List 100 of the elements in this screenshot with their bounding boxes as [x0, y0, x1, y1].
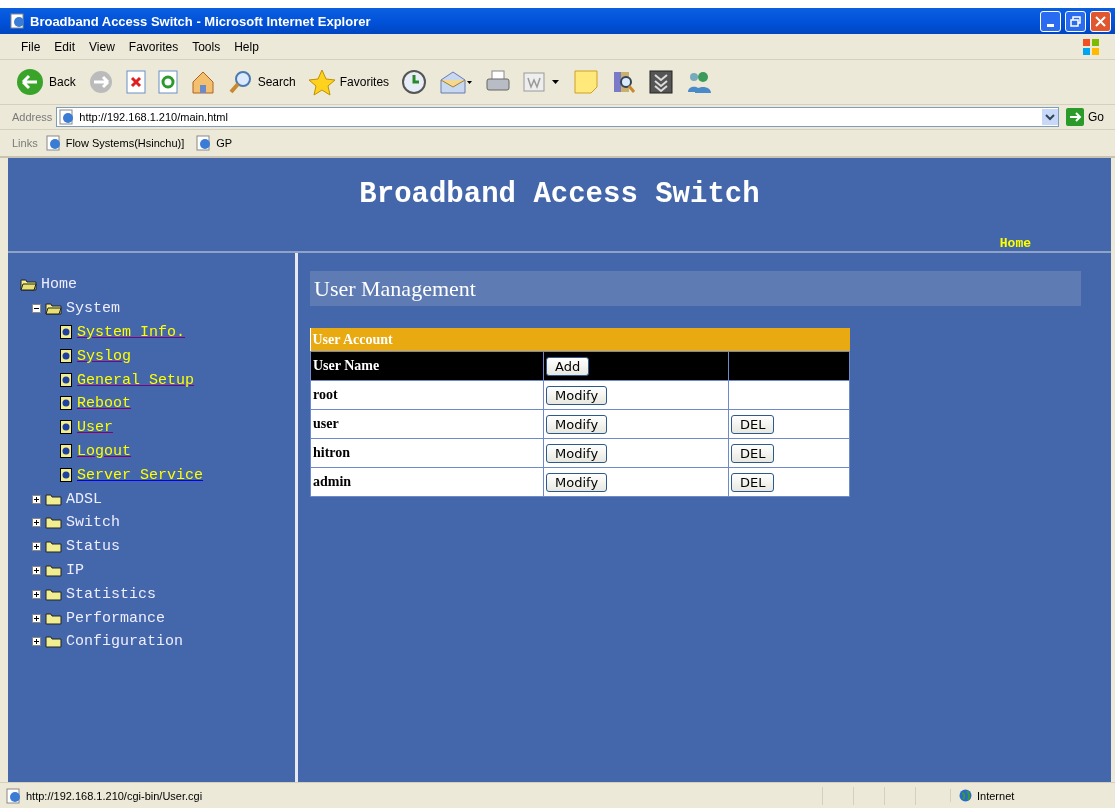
house-icon	[189, 69, 216, 95]
modify-button[interactable]: Modify	[546, 414, 608, 434]
tree-folder-label[interactable]: ADSL	[66, 490, 102, 508]
minimize-button[interactable]	[1040, 10, 1061, 32]
page-icon	[60, 348, 73, 364]
close-icon	[1095, 15, 1106, 27]
ie-page-icon	[6, 787, 22, 804]
address-field[interactable]: http://192.168.1.210/main.html	[56, 107, 1059, 127]
search-icon	[227, 69, 254, 95]
note-icon	[573, 69, 600, 95]
refresh-icon	[157, 70, 178, 94]
page-icon	[60, 467, 73, 483]
dropdown-icon[interactable]	[1042, 109, 1058, 125]
menu-item[interactable]: File	[14, 39, 48, 54]
ie-page-icon	[10, 13, 26, 29]
modify-button[interactable]: Modify	[546, 472, 608, 492]
restore-button[interactable]	[1065, 10, 1086, 32]
tree-folder-label[interactable]: Performance	[66, 609, 166, 627]
site-title: Broadband Access Switch	[358, 178, 761, 211]
nav-link[interactable]: Server Service	[77, 466, 204, 484]
status-url: http://192.168.1.210/cgi-bin/User.cgi	[26, 789, 203, 802]
nav-link[interactable]: Reboot	[77, 395, 131, 413]
collapse-icon[interactable]	[32, 304, 41, 314]
folder-icon	[45, 635, 62, 649]
folder-icon	[45, 611, 62, 625]
delete-button[interactable]: DEL	[731, 443, 775, 463]
globe-icon	[959, 789, 972, 802]
nav-link[interactable]: Syslog	[77, 347, 131, 365]
folder-icon	[45, 563, 62, 577]
open-folder-icon	[45, 302, 62, 316]
links-label: Links	[12, 137, 38, 149]
expand-icon[interactable]	[32, 518, 41, 528]
page-icon	[60, 372, 73, 388]
tree-folder-label[interactable]: Statistics	[66, 585, 156, 603]
window-title: Broadband Access Switch - Microsoft Internet Explorer	[30, 13, 372, 29]
expand-icon[interactable]	[32, 589, 41, 599]
back-button[interactable]: Back	[12, 67, 79, 97]
table-title: User Account	[310, 328, 850, 352]
favorites-button[interactable]: Favorites	[304, 68, 393, 96]
menu-item[interactable]: Edit	[47, 39, 83, 54]
windows-logo-icon	[1081, 36, 1101, 57]
search-button[interactable]: Search	[224, 69, 299, 95]
tree-folder-label[interactable]: Status	[66, 538, 120, 556]
link-button[interactable]: GP	[192, 135, 237, 151]
document-icon	[523, 71, 562, 93]
tree-folder-label[interactable]: System	[66, 300, 120, 318]
stop-icon	[125, 70, 146, 94]
menu-item[interactable]: Favorites	[121, 39, 186, 54]
link-button[interactable]: Flow Systems(Hsinchu)]	[41, 135, 189, 151]
people-icon	[685, 70, 714, 94]
expand-icon[interactable]	[32, 542, 41, 552]
page-icon	[60, 325, 73, 340]
tree-folder-label[interactable]: IP	[66, 561, 84, 579]
page-icon	[60, 420, 73, 436]
expand-icon[interactable]	[32, 613, 41, 623]
folder-icon	[45, 540, 62, 554]
modify-button[interactable]: Modify	[546, 385, 608, 405]
tree-folder-label[interactable]: Switch	[66, 514, 120, 532]
ie-page-icon	[59, 109, 76, 125]
nav-link[interactable]: User	[77, 419, 113, 437]
minimize-icon	[1047, 23, 1054, 27]
home-link[interactable]: Home	[999, 236, 1031, 251]
envelope-icon	[439, 70, 474, 94]
page-heading: User Management	[314, 275, 476, 302]
printer-icon	[485, 70, 512, 94]
ie-page-icon	[45, 135, 62, 151]
modify-button[interactable]: Modify	[546, 443, 608, 463]
table-cell: root	[310, 380, 544, 410]
table-cell: user	[310, 409, 544, 439]
address-label: Address	[12, 111, 53, 123]
go-button[interactable]: Go	[1063, 108, 1107, 126]
star-icon	[307, 68, 336, 96]
close-button[interactable]	[1090, 10, 1111, 32]
tree-folder-label[interactable]: Home	[41, 276, 77, 294]
download-icon	[649, 70, 674, 94]
expand-icon[interactable]	[32, 494, 41, 504]
ie-page-icon	[196, 135, 213, 151]
nav-link[interactable]: System Info.	[77, 324, 186, 341]
folder-icon	[45, 516, 62, 530]
folder-icon	[45, 492, 62, 506]
add-button[interactable]: Add	[546, 356, 590, 376]
table-cell: admin	[310, 467, 544, 497]
delete-button[interactable]: DEL	[731, 472, 775, 492]
expand-icon[interactable]	[32, 565, 41, 575]
clock-icon	[401, 69, 428, 95]
page-icon	[60, 396, 73, 412]
folder-icon	[45, 587, 62, 601]
menu-item[interactable]: Help	[227, 39, 266, 54]
security-zone: Internet	[977, 789, 1015, 802]
nav-link[interactable]: General Setup	[77, 371, 195, 389]
menu-item[interactable]: Tools	[185, 39, 228, 54]
delete-button[interactable]: DEL	[731, 414, 775, 434]
table-cell: hitron	[310, 438, 544, 468]
nav-link[interactable]: Logout	[77, 442, 131, 460]
tree-folder-label[interactable]: Configuration	[66, 633, 184, 651]
page-icon	[60, 443, 73, 459]
book-magnifier-icon	[611, 69, 638, 95]
menu-item[interactable]: View	[82, 39, 122, 54]
restore-icon	[1070, 15, 1081, 27]
expand-icon[interactable]	[32, 637, 41, 647]
